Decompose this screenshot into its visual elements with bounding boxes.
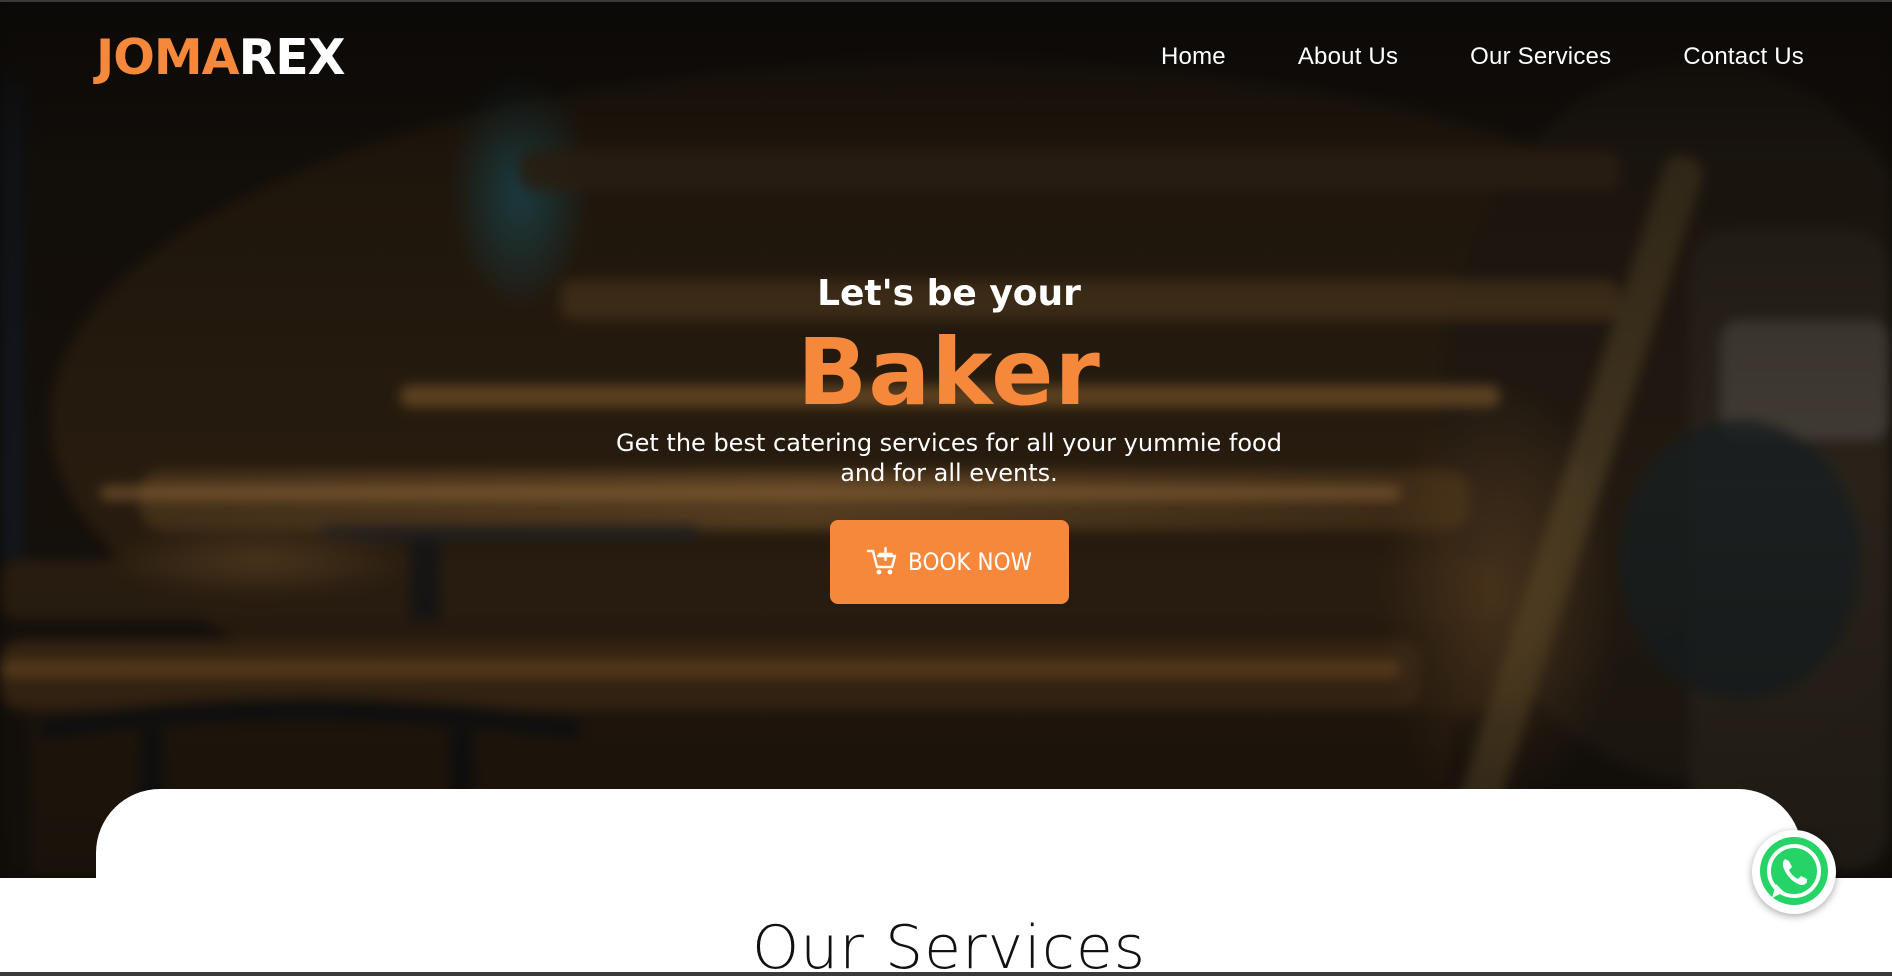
page: JOMAREX Home About Us Our Services Conta… (0, 0, 1892, 976)
bottom-border (0, 972, 1892, 976)
whatsapp-icon (1760, 837, 1828, 905)
cart-plus-icon (866, 546, 897, 575)
nav-menu: Home About Us Our Services Contact Us (1089, 42, 1804, 72)
site-logo[interactable]: JOMAREX (96, 28, 346, 88)
whatsapp-button[interactable] (1752, 830, 1836, 914)
hero-pretitle: Let's be your (817, 273, 1081, 314)
nav-item-about-us[interactable]: About Us (1298, 42, 1398, 72)
hero-description: Get the best catering services for all y… (616, 429, 1282, 487)
nav-item-contact-us[interactable]: Contact Us (1683, 42, 1804, 72)
hero-title: Baker (797, 319, 1101, 426)
hero-content: Let's be your Baker Get the best caterin… (0, 270, 1892, 604)
book-now-label: BOOK NOW (908, 548, 1032, 576)
logo-rest-text: REX (238, 29, 346, 86)
book-now-button[interactable]: BOOK NOW (829, 520, 1069, 604)
hero-section: JOMAREX Home About Us Our Services Conta… (0, 0, 1892, 878)
services-heading: Our Services (751, 912, 1146, 976)
navbar: JOMAREX Home About Us Our Services Conta… (0, 0, 1892, 118)
nav-item-our-services[interactable]: Our Services (1470, 42, 1611, 72)
logo-accent-text: JOMA (96, 29, 240, 86)
nav-item-home[interactable]: Home (1161, 42, 1226, 72)
